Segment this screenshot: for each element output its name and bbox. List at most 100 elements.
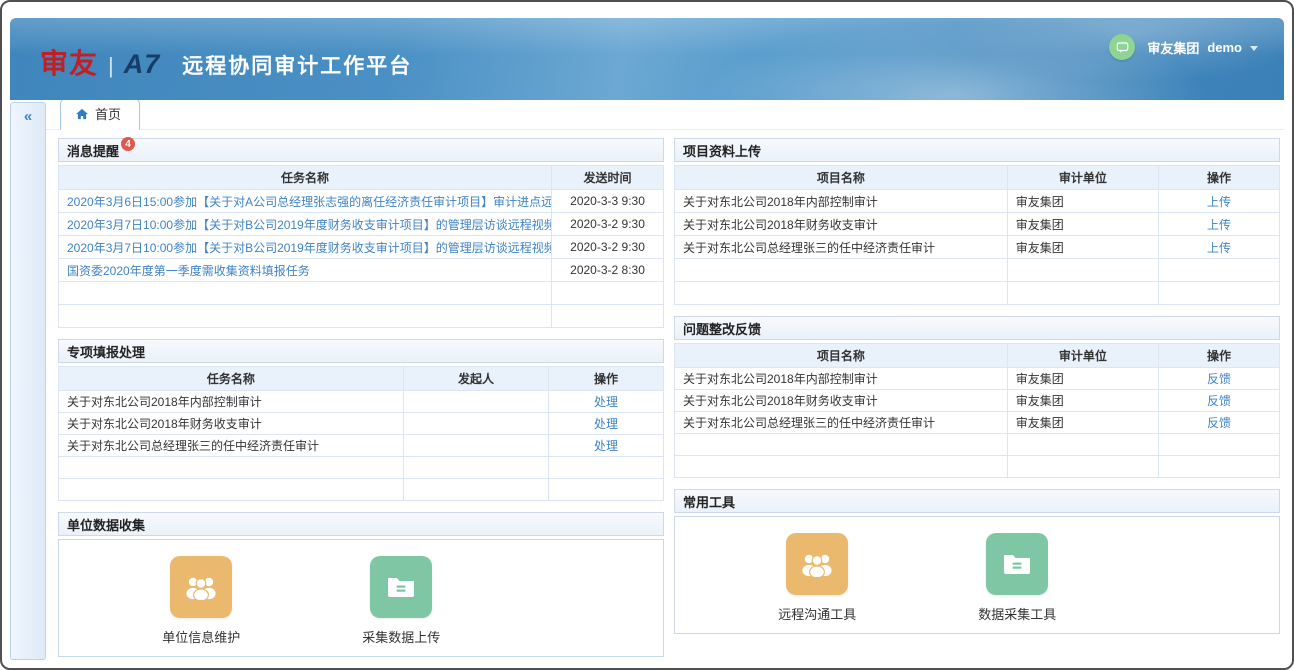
panel-special-filing: 专项填报处理 任务名称 发起人 操作 关于对东北公司2018年内部控制审计 [58,339,664,501]
panel-title: 专项填报处理 [67,342,145,361]
audit-unit-cell: 审友集团 [1007,368,1158,390]
dashboard-panels: 消息提醒 4 任务名称 发送时间 2020年3月6日15:00参加 [46,130,1284,660]
column-header-send-time: 发送时间 [552,166,664,190]
app-window: 审友 | A7 远程协同审计工作平台 审友集团 demo [0,0,1294,670]
tab-bar: 首页 [46,100,1284,130]
column-header-audit-unit: 审计单位 [1007,344,1158,368]
feedback-link[interactable]: 反馈 [1207,372,1231,386]
task-link[interactable]: 国资委2020年度第一季度需收集资料填报任务 [67,264,310,278]
panel-title-bar: 问题整改反馈 [674,316,1280,340]
handle-link[interactable]: 处理 [594,417,618,431]
table-row: 关于对东北公司2018年内部控制审计 处理 [59,391,664,413]
sidebar-collapse-strip[interactable]: « [10,102,46,660]
feedback-link[interactable]: 反馈 [1207,416,1231,430]
upload-link[interactable]: 上传 [1207,195,1231,209]
panel-title: 消息提醒 [67,141,119,160]
tab-home[interactable]: 首页 [60,98,140,130]
table-row: 关于对东北公司2018年财务收支审计 审友集团 上传 [675,213,1280,236]
project-name-cell: 关于对东北公司2018年财务收支审计 [675,213,1008,236]
people-group-icon [786,533,848,595]
table-row: 关于对东北公司总经理张三的任中经济责任审计 审友集团 上传 [675,236,1280,259]
audit-unit-cell: 审友集团 [1007,390,1158,412]
panel-title: 常用工具 [683,492,735,511]
project-name-cell: 关于对东北公司2018年内部控制审计 [675,190,1008,213]
messages-table: 任务名称 发送时间 2020年3月6日15:00参加【关于对A公司总经理张志强的… [58,165,664,328]
tab-home-label: 首页 [95,104,121,123]
project-name-cell: 关于对东北公司2018年内部控制审计 [675,368,1008,390]
user-area: 审友集团 demo [1109,34,1258,60]
tile-collect-data-upload[interactable]: 采集数据上传 [301,556,501,648]
empty-row [675,456,1280,478]
issue-feedback-table: 项目名称 审计单位 操作 关于对东北公司2018年内部控制审计 审友集团 反馈 … [674,343,1280,478]
send-time-cell: 2020-3-3 9:30 [552,190,664,213]
panel-title: 问题整改反馈 [683,319,761,338]
tile-unit-info-maintenance[interactable]: 单位信息维护 [101,556,301,648]
chevrons-left-icon[interactable]: « [24,109,32,124]
handle-link[interactable]: 处理 [594,395,618,409]
audit-unit-cell: 审友集团 [1007,236,1158,259]
audit-unit-cell: 审友集团 [1007,190,1158,213]
table-row: 关于对东北公司2018年财务收支审计 审友集团 反馈 [675,390,1280,412]
empty-row [675,259,1280,282]
table-row: 关于对东北公司2018年内部控制审计 审友集团 上传 [675,190,1280,213]
empty-row [59,457,664,479]
user-menu[interactable]: 审友集团 demo [1147,38,1258,57]
column-header-action: 操作 [1159,344,1280,368]
tile-data-collection-tool[interactable]: 数据采集工具 [917,533,1117,625]
empty-row [59,479,664,501]
empty-row [675,434,1280,456]
handle-link[interactable]: 处理 [594,439,618,453]
tile-label: 采集数据上传 [362,627,440,646]
logo-separator: | [108,53,114,79]
project-upload-table: 项目名称 审计单位 操作 关于对东北公司2018年内部控制审计 审友集团 上传 … [674,165,1280,305]
tile-label: 数据采集工具 [978,604,1056,623]
panel-unit-data-collection: 单位数据收集 [58,512,664,657]
tile-remote-communication-tool[interactable]: 远程沟通工具 [717,533,917,625]
feedback-link[interactable]: 反馈 [1207,394,1231,408]
task-link[interactable]: 2020年3月7日10:00参加【关于对B公司2019年度财务收支审计项目】的管… [67,216,552,233]
upload-link[interactable]: 上传 [1207,218,1231,232]
task-name-cell: 关于对东北公司2018年财务收支审计 [59,413,404,435]
app-logo: 审友 | A7 远程协同审计工作平台 [40,42,412,82]
special-filing-table: 任务名称 发起人 操作 关于对东北公司2018年内部控制审计 处理 关于对东北公… [58,366,664,501]
column-header-project-name: 项目名称 [675,166,1008,190]
column-header-audit-unit: 审计单位 [1007,166,1158,190]
folder-icon [986,533,1048,595]
platform-title: 远程协同审计工作平台 [182,50,412,80]
user-org-label: 审友集团 [1147,38,1199,57]
logo-brand-text: 审友 [40,42,98,82]
people-group-icon [170,556,232,618]
messenger-button[interactable] [1109,34,1135,60]
panel-title-bar: 单位数据收集 [58,512,664,536]
table-row: 2020年3月6日15:00参加【关于对A公司总经理张志强的离任经济责任审计项目… [59,190,664,213]
empty-row [59,282,664,305]
send-time-cell: 2020-3-2 9:30 [552,213,664,236]
panel-title: 项目资料上传 [683,141,761,160]
table-row: 2020年3月7日10:00参加【关于对B公司2019年度财务收支审计项目】的管… [59,236,664,259]
home-icon [75,108,89,120]
initiator-cell [403,391,548,413]
table-row: 关于对东北公司总经理张三的任中经济责任审计 审友集团 反馈 [675,412,1280,434]
upload-link[interactable]: 上传 [1207,241,1231,255]
table-row: 关于对东北公司总经理张三的任中经济责任审计 处理 [59,435,664,457]
tile-label: 单位信息维护 [162,627,240,646]
send-time-cell: 2020-3-2 8:30 [552,259,664,282]
panel-message-reminders: 消息提醒 4 任务名称 发送时间 2020年3月6日15:00参加 [58,138,664,328]
panel-title: 单位数据收集 [67,515,145,534]
chevron-down-icon [1250,46,1258,51]
project-name-cell: 关于对东北公司总经理张三的任中经济责任审计 [675,236,1008,259]
column-header-initiator: 发起人 [403,367,548,391]
column-header-action: 操作 [1159,166,1280,190]
panel-common-tools: 常用工具 [674,489,1280,634]
tile-label: 远程沟通工具 [778,604,856,623]
audit-unit-cell: 审友集团 [1007,213,1158,236]
user-name-label: demo [1207,40,1242,55]
audit-unit-cell: 审友集团 [1007,412,1158,434]
initiator-cell [403,413,548,435]
chat-bubble-icon [1115,40,1130,55]
panel-title-bar: 常用工具 [674,489,1280,513]
task-link[interactable]: 2020年3月6日15:00参加【关于对A公司总经理张志强的离任经济责任审计项目… [67,193,552,210]
task-name-cell: 关于对东北公司总经理张三的任中经济责任审计 [59,435,404,457]
task-link[interactable]: 2020年3月7日10:00参加【关于对B公司2019年度财务收支审计项目】的管… [67,239,552,256]
send-time-cell: 2020-3-2 9:30 [552,236,664,259]
